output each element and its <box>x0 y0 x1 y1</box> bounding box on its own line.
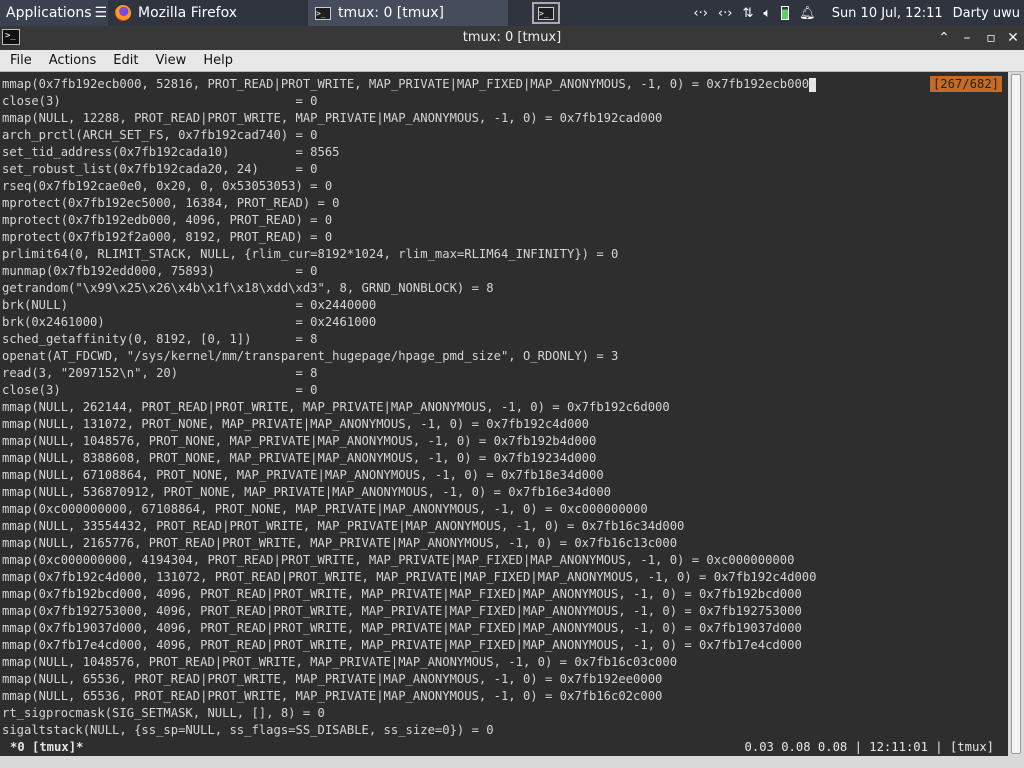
terminal-line: mprotect(0x7fb192f2a000, 8192, PROT_READ… <box>2 230 333 244</box>
volume-icon[interactable]: 🔈︎ <box>763 6 771 21</box>
terminal-line: prlimit64(0, RLIMIT_STACK, NULL, {rlim_c… <box>2 247 619 261</box>
terminal-line: mmap(0x7fb192753000, 4096, PROT_READ|PRO… <box>2 604 802 618</box>
terminal-icon: >_ <box>314 5 332 21</box>
window-bottom-border <box>0 756 1024 768</box>
transfer-icon[interactable]: ⇅ <box>742 6 753 21</box>
terminal-line: mmap(NULL, 8388608, PROT_NONE, MAP_PRIVA… <box>2 451 597 465</box>
applications-menu-button[interactable]: Applications ☰ <box>0 0 108 26</box>
terminal-line: close(3) = 0 <box>2 94 318 108</box>
system-tray: ‹·› ‹·› ⇅ 🔈︎ 🔔︎ Sun 10 Jul, 12:11 Darty … <box>693 6 1024 21</box>
menu-icon: ☰ <box>94 5 108 21</box>
menu-actions[interactable]: Actions <box>39 53 104 68</box>
clock[interactable]: Sun 10 Jul, 12:11 <box>832 6 943 21</box>
terminal-line: mmap(NULL, 65536, PROT_READ|PROT_WRITE, … <box>2 689 663 703</box>
terminal-line: set_tid_address(0x7fb192cada10) = 8565 <box>2 145 340 159</box>
window-title: tmux: 0 [tmux] <box>462 30 562 45</box>
close-button[interactable]: ✕ <box>1004 29 1022 47</box>
terminal-line: arch_prctl(ARCH_SET_FS, 0x7fb192cad740) … <box>2 128 318 142</box>
user-name[interactable]: Darty uwu <box>953 6 1020 21</box>
terminal-line: munmap(0x7fb192edd000, 75893) = 0 <box>2 264 318 278</box>
terminal-line: mmap(0x7fb19037d000, 4096, PROT_READ|PRO… <box>2 621 802 635</box>
tmux-window-tab[interactable]: *0 [tmux]* <box>10 738 83 756</box>
taskbar-item-tmux[interactable]: >_ tmux: 0 [tmux] <box>308 0 508 26</box>
menu-view[interactable]: View <box>145 53 193 68</box>
menu-edit[interactable]: Edit <box>103 53 145 68</box>
taskbar-item-firefox[interactable]: Mozilla Firefox <box>108 0 308 26</box>
network-icon[interactable]: ‹·› <box>718 6 733 21</box>
terminal-line: mmap(0x7fb192bcd000, 4096, PROT_READ|PRO… <box>2 587 802 601</box>
taskbar-item-label: tmux: 0 [tmux] <box>338 5 445 21</box>
collapse-icon[interactable]: ⌃ <box>935 29 953 47</box>
copy-mode-position: [267/682] <box>929 76 1002 92</box>
scrollbar-thumb[interactable] <box>1011 74 1021 754</box>
notification-bell-icon[interactable]: 🔔︎ <box>799 6 816 21</box>
terminal-line: mmap(NULL, 1048576, PROT_NONE, MAP_PRIVA… <box>2 434 597 448</box>
menu-bar: File Actions Edit View Help <box>0 50 1024 72</box>
terminal-line: rseq(0x7fb192cae0e0, 0x20, 0, 0x53053053… <box>2 179 333 193</box>
terminal-line: mmap(NULL, 65536, PROT_READ|PROT_WRITE, … <box>2 672 663 686</box>
terminal-line: set_robust_list(0x7fb192cada20, 24) = 0 <box>2 162 318 176</box>
terminal-line: brk(NULL) = 0x2440000 <box>2 298 377 312</box>
firefox-icon <box>114 5 132 21</box>
menu-help[interactable]: Help <box>193 53 240 68</box>
maximize-button[interactable]: ▫ <box>982 29 1000 47</box>
terminal-line: mmap(0x7fb17e4cd000, 4096, PROT_READ|PRO… <box>2 638 802 652</box>
terminal-line: mmap(NULL, 536870912, PROT_NONE, MAP_PRI… <box>2 485 612 499</box>
window-titlebar[interactable]: >_ tmux: 0 [tmux] ⌃ – ▫ ✕ <box>0 26 1024 50</box>
terminal-line: mmap(0xc000000000, 4194304, PROT_READ|PR… <box>2 553 795 567</box>
terminal-line: mmap(NULL, 67108864, PROT_NONE, MAP_PRIV… <box>2 468 604 482</box>
workspace-switcher[interactable]: >_ <box>532 2 560 24</box>
terminal-line: mmap(NULL, 33554432, PROT_READ|PROT_WRIT… <box>2 519 685 533</box>
battery-icon[interactable] <box>781 6 790 20</box>
tmux-status-bar: *0 [tmux]* 0.03 0.08 0.08 | 12:11:01 | [… <box>0 738 1008 756</box>
menu-file[interactable]: File <box>0 53 39 68</box>
taskbar-item-label: Mozilla Firefox <box>138 5 238 21</box>
terminal-line: mmap(NULL, 131072, PROT_NONE, MAP_PRIVAT… <box>2 417 589 431</box>
terminal-area[interactable]: mmap(0x7fb192ecb000, 52816, PROT_READ|PR… <box>0 72 1008 740</box>
terminal-output: mmap(0x7fb192ecb000, 52816, PROT_READ|PR… <box>2 76 1008 739</box>
text-cursor <box>809 77 817 92</box>
terminal-line: read(3, "2097152\n", 20) = 8 <box>2 366 318 380</box>
terminal-line: mprotect(0x7fb192ec5000, 16384, PROT_REA… <box>2 196 340 210</box>
applications-label: Applications <box>6 5 92 21</box>
terminal-icon: >_ <box>538 6 554 20</box>
terminal-line: mmap(NULL, 12288, PROT_READ|PROT_WRITE, … <box>2 111 663 125</box>
top-panel: Applications ☰ Mozilla Firefox >_ tmux: … <box>0 0 1024 26</box>
terminal-line: openat(AT_FDCWD, "/sys/kernel/mm/transpa… <box>2 349 619 363</box>
terminal-line: mmap(0xc000000000, 67108864, PROT_NONE, … <box>2 502 648 516</box>
terminal-line: mmap(0x7fb192ecb000, 52816, PROT_READ|PR… <box>2 76 1008 93</box>
terminal-line: sigaltstack(NULL, {ss_sp=NULL, ss_flags=… <box>2 723 494 737</box>
network-icon[interactable]: ‹·› <box>693 6 708 21</box>
terminal-line: mmap(NULL, 2165776, PROT_READ|PROT_WRITE… <box>2 536 678 550</box>
terminal-line: mmap(NULL, 262144, PROT_READ|PROT_WRITE,… <box>2 400 670 414</box>
terminal-line: getrandom("\x99\x25\x26\x4b\x1f\x18\xdd\… <box>2 281 494 295</box>
terminal-line: mprotect(0x7fb192edb000, 4096, PROT_READ… <box>2 213 333 227</box>
terminal-line: brk(0x2461000) = 0x2461000 <box>2 315 377 329</box>
terminal-line: close(3) = 0 <box>2 383 318 397</box>
minimize-button[interactable]: – <box>958 29 976 47</box>
terminal-line: sched_getaffinity(0, 8192, [0, 1]) = 8 <box>2 332 318 346</box>
terminal-line: mmap(0x7fb192c4d000, 131072, PROT_READ|P… <box>2 570 817 584</box>
tmux-status-right: 0.03 0.08 0.08 | 12:11:01 | [tmux] <box>744 740 994 754</box>
terminal-line: rt_sigprocmask(SIG_SETMASK, NULL, [], 8)… <box>2 706 325 720</box>
vertical-scrollbar[interactable] <box>1008 72 1024 756</box>
terminal-line: mmap(NULL, 1048576, PROT_READ|PROT_WRITE… <box>2 655 678 669</box>
